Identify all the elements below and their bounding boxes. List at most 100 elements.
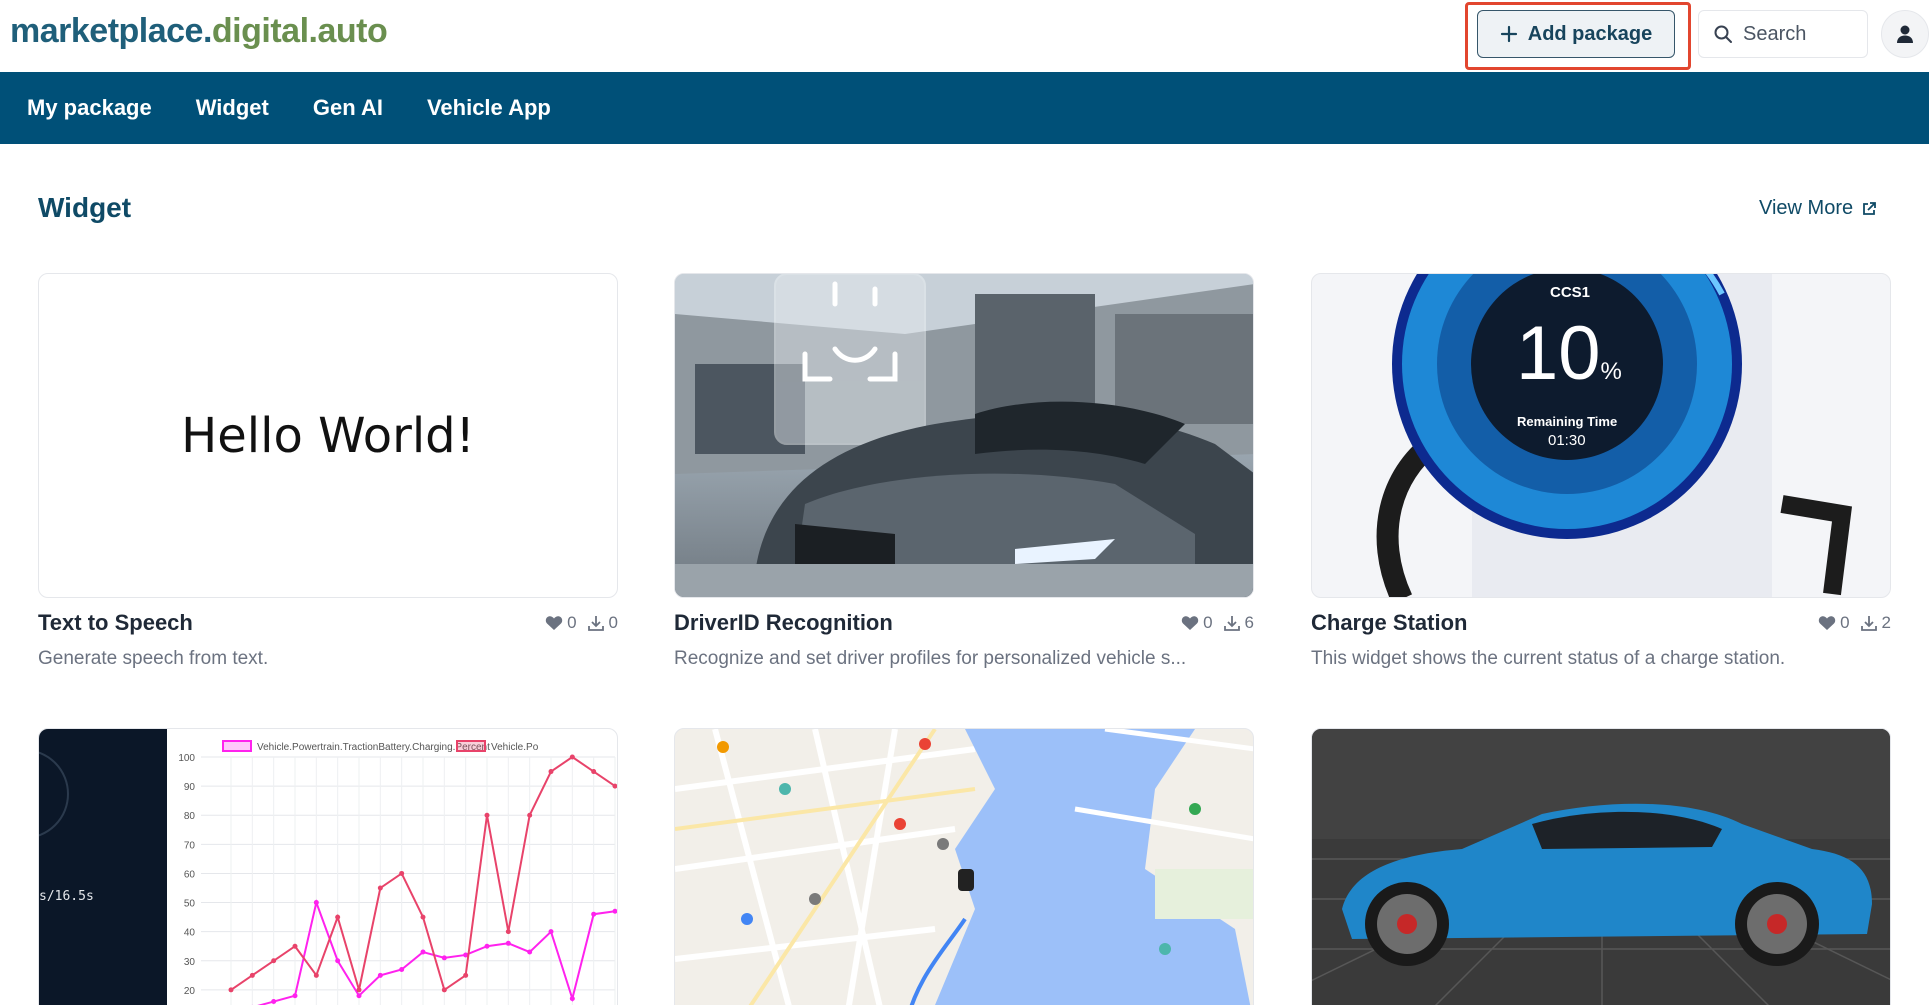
search-icon [1714,25,1732,43]
like-count-value: 0 [1203,613,1213,632]
download-count-value: 6 [1244,613,1254,632]
3d-car-image [1312,729,1890,1005]
widget-card-map[interactable] [674,728,1254,1005]
y-tick-label: 100 [178,753,195,764]
download-count: 0 [587,613,618,633]
time-readout: s/16.5s [39,889,94,904]
data-point [548,769,554,775]
card-thumbnail: s/16.5s 100 90 80 70 60 50 40 30 20 Vehicle.Power… [38,728,618,1005]
add-package-button[interactable]: Add package [1477,10,1675,58]
data-point [313,972,319,978]
y-tick-label: 80 [184,811,196,822]
card-meta: Charge Station 0 2 [1311,610,1891,636]
card-thumbnail [674,728,1254,1005]
like-count-value: 0 [567,613,577,632]
nav-item-my-package[interactable]: My package [27,95,152,121]
section-title: Widget [38,192,132,223]
view-more-label: View More [1759,197,1854,219]
data-point [399,870,405,876]
charge-percent: 10% [1516,316,1622,410]
plus-icon [1500,25,1517,43]
download-count: 2 [1860,613,1891,633]
nav-item-widget[interactable]: Widget [196,95,269,121]
card-title: Charge Station [1311,610,1468,635]
download-count-value: 2 [1881,613,1891,632]
data-point [505,929,511,935]
data-point [228,987,234,993]
legend-label: Vehicle.Po [491,742,539,753]
data-point [356,987,362,993]
card-meta: DriverID Recognition 0 6 [674,610,1254,636]
data-point [441,955,447,961]
map-image [675,729,1253,1005]
widget-card-3d-car[interactable] [1311,728,1891,1005]
y-tick-label: 60 [184,869,196,880]
like-count: 0 [545,613,577,633]
legend-swatch [456,740,486,752]
data-point [612,908,617,914]
data-point [271,999,277,1005]
widget-card-charge-station[interactable]: CCS1 10% Remaining Time 01:30 Charge Sta… [1311,273,1891,670]
like-count-value: 0 [1840,613,1850,632]
widget-card-text-to-speech[interactable]: Hello World! Text to Speech 0 0 Generate… [38,273,618,670]
card-thumbnail: CCS1 10% Remaining Time 01:30 [1311,273,1891,598]
card-stats: 0 0 [545,613,618,633]
car-photo-image [675,274,1253,597]
logo-text-primary: marketplace. [10,12,212,50]
widget-card-driverid-recognition[interactable]: DriverID Recognition 0 6 Recognize and s… [674,273,1254,670]
line-chart: 100 90 80 70 60 50 40 30 20 Vehicle.Powertrain.Tr… [178,740,617,1005]
data-point [377,885,383,891]
like-count: 0 [1181,613,1213,633]
chart-sidebar: s/16.5s [39,729,167,1005]
card-thumbnail: Hello World! [38,273,618,598]
data-point [335,914,341,920]
hello-world-preview: Hello World! [181,407,475,464]
data-point [420,949,426,955]
heart-icon [1818,616,1836,630]
nav-item-vehicle-app[interactable]: Vehicle App [427,95,551,121]
data-point [271,958,277,964]
remaining-time-value: 01:30 [1548,432,1586,449]
card-description: Generate speech from text. [38,648,269,669]
site-logo[interactable]: marketplace.digital.auto [10,12,388,51]
charge-percent-unit: % [1600,358,1622,385]
add-package-label: Add package [1527,22,1653,45]
search-placeholder: Search [1743,22,1807,45]
card-description: Recognize and set driver profiles for pe… [674,648,1187,669]
widget-card-battery-chart[interactable]: s/16.5s 100 90 80 70 60 50 40 30 20 Vehicle.Power… [38,728,618,1005]
download-icon [1860,616,1877,631]
data-point [569,996,575,1002]
card-thumbnail [1311,728,1891,1005]
data-point [313,900,319,906]
card-thumbnail [674,273,1254,598]
data-point [569,754,575,760]
like-count: 0 [1818,613,1850,633]
top-header: marketplace.digital.auto Add package Sea… [0,0,1929,72]
y-tick-label: 40 [184,928,196,939]
user-icon [1897,25,1913,43]
data-point [356,993,362,999]
nav-item-gen-ai[interactable]: Gen AI [313,95,383,121]
search-input[interactable]: Search [1698,10,1868,58]
user-avatar-button[interactable] [1881,10,1929,58]
data-point [505,940,511,946]
logo-text-secondary: digital.auto [211,12,388,50]
data-point [441,987,447,993]
charge-percent-value: 10 [1516,311,1601,396]
data-point [377,972,383,978]
download-count: 6 [1223,613,1254,633]
y-tick-label: 30 [184,957,196,968]
heart-icon [545,616,563,630]
download-count-value: 0 [608,613,618,632]
card-title: DriverID Recognition [674,610,893,635]
y-tick-label: 90 [184,782,196,793]
data-point [335,958,341,964]
data-point [292,943,298,949]
download-icon [587,616,604,631]
card-description: This widget shows the current status of … [1311,648,1786,669]
view-more-link[interactable]: View More [1759,197,1877,220]
charge-label: CCS1 [1550,284,1591,301]
card-stats: 0 2 [1818,613,1891,633]
data-point [591,769,597,775]
data-point [527,949,533,955]
